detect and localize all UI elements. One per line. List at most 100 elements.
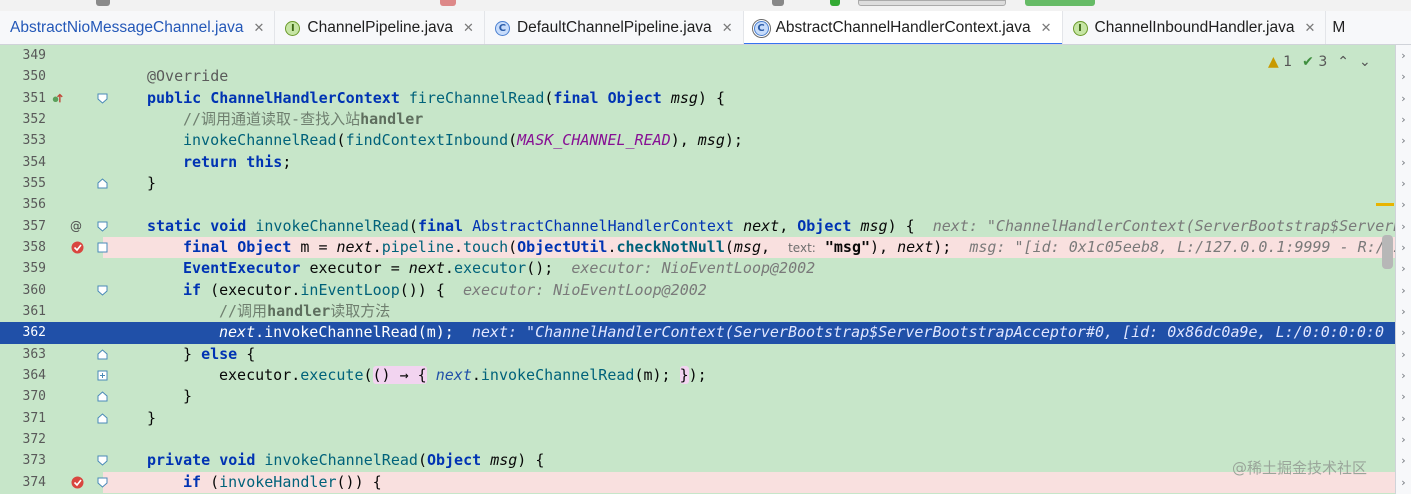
line-number: 374	[22, 474, 46, 490]
close-icon[interactable]: ✕	[253, 21, 264, 36]
close-icon[interactable]: ✕	[463, 21, 474, 36]
chevron-right-icon[interactable]: ›	[1396, 152, 1411, 173]
method-call: invokeChannelRead	[480, 365, 635, 384]
chevron-right-icon[interactable]: ›	[1396, 301, 1411, 322]
close-icon[interactable]: ✕	[1041, 21, 1052, 36]
inspection-widget[interactable]: ▲ 1 ✔ 3 ⌃ ⌄	[1268, 54, 1371, 70]
chevron-right-icon[interactable]: ›	[1396, 45, 1411, 66]
code-text: m	[643, 365, 653, 384]
breakpoint-icon[interactable]	[71, 241, 84, 254]
folded-lambda[interactable]: () → {	[372, 365, 427, 384]
chevron-right-icon[interactable]: ›	[1396, 237, 1411, 258]
fold-icon[interactable]	[97, 412, 108, 424]
vertical-scrollbar[interactable]	[1382, 235, 1393, 269]
tab-abstract-channel-handler-context[interactable]: C AbstractChannelHandlerContext.java ✕	[743, 11, 1063, 44]
debug-inline-value[interactable]: executor: NioEventLoop@2002	[463, 281, 707, 299]
line-number: 359	[22, 261, 46, 277]
code-line[interactable]: 371 }	[0, 407, 1395, 429]
debug-inline-value[interactable]: next: "ChannelHandlerContext(ServerBoots…	[933, 217, 1395, 235]
chevron-right-icon[interactable]: ›	[1396, 194, 1411, 215]
chevron-right-icon[interactable]: ›	[1396, 280, 1411, 301]
code-line[interactable]: 360 if (executor.inEventLoop()) { execut…	[0, 279, 1395, 301]
debug-inline-value[interactable]: next: "ChannelHandlerContext(ServerBoots…	[472, 323, 1384, 341]
fold-icon[interactable]	[97, 178, 108, 189]
chevron-right-icon[interactable]: ›	[1396, 450, 1411, 471]
code-line[interactable]: 363 } else {	[0, 343, 1395, 365]
fold-icon[interactable]	[97, 285, 108, 296]
keyword: void	[219, 451, 256, 470]
previous-highlight-icon[interactable]: ⌃	[1337, 54, 1349, 70]
implementing-method-icon[interactable]	[52, 93, 63, 104]
comment: handler	[360, 109, 424, 128]
constant: MASK_CHANNEL_READ	[517, 131, 671, 150]
punct: }	[147, 173, 157, 192]
chevron-right-icon[interactable]: ›	[1396, 472, 1411, 493]
line-number: 373	[22, 453, 46, 469]
chevron-right-icon[interactable]: ›	[1396, 109, 1411, 130]
chevron-right-icon[interactable]: ›	[1396, 66, 1411, 87]
expand-icon[interactable]	[97, 370, 108, 381]
code-line[interactable]: 361 //调用handler读取方法	[0, 300, 1395, 323]
punct: (	[508, 237, 518, 256]
fold-icon[interactable]	[97, 477, 108, 488]
fold-icon[interactable]	[97, 221, 108, 232]
code-line[interactable]: 355 }	[0, 172, 1395, 195]
code-line[interactable]: 359 EventExecutor executor = next.execut…	[0, 258, 1395, 280]
tab-channel-pipeline[interactable]: I ChannelPipeline.java ✕	[275, 11, 485, 44]
warning-count[interactable]: ▲ 1	[1268, 54, 1292, 70]
folded-lambda[interactable]: }	[679, 365, 689, 384]
code-line[interactable]: 372	[0, 428, 1395, 451]
method-call: checkNotNull	[616, 237, 725, 256]
code-line[interactable]: 356	[0, 194, 1395, 216]
tab-overflow[interactable]: M	[1326, 11, 1351, 44]
chevron-right-icon[interactable]: ›	[1396, 365, 1411, 386]
fold-icon[interactable]	[97, 93, 108, 104]
tab-default-channel-pipeline[interactable]: C DefaultChannelPipeline.java ✕	[485, 11, 744, 44]
error-stripe-mark[interactable]	[1376, 203, 1394, 206]
code-editor[interactable]: 349 350 @Override 351 public ChannelHand…	[0, 45, 1395, 494]
comment: handler	[267, 301, 331, 320]
code-line[interactable]: 352 //调用通道读取-查找入站handler	[0, 108, 1395, 131]
debug-inline-value[interactable]: executor: NioEventLoop@2002	[571, 259, 815, 277]
chevron-right-icon[interactable]: ›	[1396, 130, 1411, 151]
chevron-right-icon[interactable]: ›	[1396, 173, 1411, 194]
chevron-right-icon[interactable]: ›	[1396, 386, 1411, 407]
fold-icon[interactable]	[97, 455, 108, 466]
code-line[interactable]: 358 final Object m = next.pipeline.touch…	[0, 236, 1395, 259]
current-execution-line[interactable]: 362 next.invokeChannelRead(m); next: "Ch…	[0, 322, 1395, 344]
code-line[interactable]: 350 @Override	[0, 66, 1395, 88]
window-title-strip	[0, 0, 1411, 11]
line-number: 349	[22, 48, 46, 63]
code-line[interactable]: 349	[0, 45, 1395, 67]
method-name: invokeChannelRead	[255, 216, 409, 235]
tab-label: AbstractNioMessageChannel.java	[10, 19, 244, 36]
chevron-right-icon[interactable]: ›	[1396, 216, 1411, 237]
code-line[interactable]: 374 if (invokeHandler()) {	[0, 471, 1395, 493]
weak-warning-count[interactable]: ✔ 3	[1302, 54, 1327, 70]
chevron-right-icon[interactable]: ›	[1396, 258, 1411, 279]
tab-abstract-nio-message-channel[interactable]: AbstractNioMessageChannel.java ✕	[0, 11, 276, 44]
code-line[interactable]: 353 invokeChannelRead(findContextInbound…	[0, 130, 1395, 152]
close-icon[interactable]: ✕	[1304, 21, 1315, 36]
next-highlight-icon[interactable]: ⌄	[1359, 54, 1371, 70]
close-icon[interactable]: ✕	[722, 21, 733, 36]
code-line[interactable]: 354 return this;	[0, 151, 1395, 173]
chevron-right-icon[interactable]: ›	[1396, 88, 1411, 109]
code-line[interactable]: 351 public ChannelHandlerContext fireCha…	[0, 87, 1395, 109]
fold-icon[interactable]	[97, 391, 108, 402]
chevron-right-icon[interactable]: ›	[1396, 408, 1411, 429]
punct: ) {	[887, 216, 915, 235]
fold-icon[interactable]	[97, 348, 108, 360]
code-line[interactable]: 364 executor.execute(() → { next.invokeC…	[0, 364, 1395, 387]
chevron-right-icon[interactable]: ›	[1396, 344, 1411, 365]
code-line[interactable]: 373 private void invokeChannelRead(Objec…	[0, 450, 1395, 472]
breakpoint-icon[interactable]	[71, 476, 84, 489]
punct: ),	[670, 131, 698, 150]
code-line[interactable]: 370 }	[0, 386, 1395, 408]
usages-icon[interactable]: @	[70, 216, 82, 237]
debug-inline-value[interactable]: msg: "[id: 0x1c05eeb8, L:/127.0.0.1:9999…	[969, 238, 1395, 256]
chevron-right-icon[interactable]: ›	[1396, 429, 1411, 450]
tab-channel-inbound-handler[interactable]: I ChannelInboundHandler.java ✕	[1063, 11, 1327, 44]
chevron-right-icon[interactable]: ›	[1396, 322, 1411, 343]
code-line[interactable]: 357 @ static void invokeChannelRead(fina…	[0, 215, 1395, 237]
